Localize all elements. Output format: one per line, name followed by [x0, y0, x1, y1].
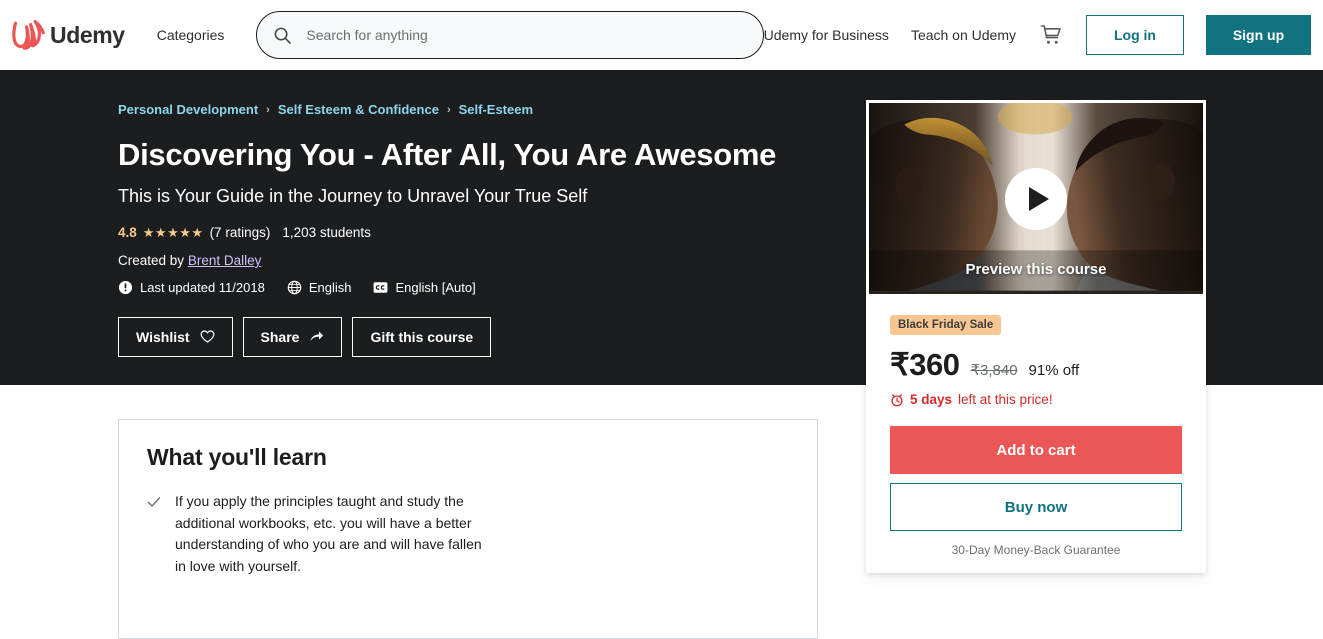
purchase-card-body: Black Friday Sale ₹360 ₹3,840 91% off 5 …: [866, 297, 1206, 573]
breadcrumb-item-1[interactable]: Self Esteem & Confidence: [278, 102, 439, 117]
price-row: ₹360 ₹3,840 91% off: [890, 347, 1182, 383]
learn-section-title: What you'll learn: [147, 444, 327, 470]
signup-button[interactable]: Sign up: [1206, 15, 1311, 55]
alarm-clock-icon: [891, 393, 903, 406]
meta-language: English: [287, 279, 352, 295]
money-back-guarantee: 30-Day Money-Back Guarantee: [951, 543, 1121, 557]
share-button[interactable]: Share: [242, 316, 343, 357]
meta-last-updated: Last updated 11/2018: [118, 280, 265, 295]
header-right-group: Udemy for Business Teach on Udemy Log in…: [764, 15, 1311, 55]
search-input[interactable]: [306, 27, 747, 43]
learn-item-text: If you apply the principles taught and s…: [175, 493, 482, 575]
sale-badge: Black Friday Sale: [890, 315, 1002, 335]
rating-score: 4.8: [118, 225, 137, 241]
globe-icon: [287, 280, 302, 295]
creator-link[interactable]: Brent Dalley: [188, 253, 262, 268]
meta-language-label: English: [308, 279, 352, 295]
hero-action-row: Wishlist Share Gift this course: [118, 316, 818, 357]
course-purchase-card: Preview this course Black Friday Sale ₹3…: [866, 100, 1206, 573]
gift-label: Gift this course: [370, 328, 474, 345]
gift-this-course-button[interactable]: Gift this course: [352, 316, 492, 357]
rating-row: 4.8 ★★★★★ (7 ratings) 1,203 students: [118, 225, 818, 241]
preview-label: Preview this course: [965, 261, 1107, 278]
breadcrumb: Personal Development › Self Esteem & Con…: [118, 102, 818, 117]
students-count: 1,203 students: [282, 225, 371, 241]
check-icon: [147, 497, 161, 507]
nav-udemy-for-business[interactable]: Udemy for Business: [764, 27, 889, 43]
course-preview-player[interactable]: Preview this course: [866, 100, 1206, 297]
site-header: Udemy Categories Udemy for Business Teac…: [0, 0, 1323, 70]
add-to-cart-button[interactable]: Add to cart: [890, 426, 1182, 474]
play-button[interactable]: [1005, 167, 1067, 230]
rating-count[interactable]: (7 ratings): [210, 225, 271, 240]
creator-row: Created by Brent Dalley: [118, 253, 818, 268]
timer-text: left at this price!: [958, 392, 1053, 407]
current-price: ₹360: [890, 347, 960, 382]
learn-list: If you apply the principles taught and s…: [147, 491, 789, 578]
course-subtitle: This is Your Guide in the Journey to Unr…: [118, 185, 588, 206]
rating-stars-icon: ★★★★★: [142, 224, 204, 240]
course-title: Discovering You - After All, You Are Awe…: [118, 137, 777, 172]
play-triangle-icon: [1028, 186, 1049, 211]
wishlist-button[interactable]: Wishlist: [118, 316, 233, 357]
breadcrumb-item-0[interactable]: Personal Development: [118, 102, 258, 117]
search-bar[interactable]: [256, 11, 764, 59]
breadcrumb-separator-icon: ›: [266, 103, 270, 116]
logo-text: Udemy: [50, 21, 125, 48]
breadcrumb-separator-icon: ›: [446, 103, 451, 116]
nav-teach-on-udemy[interactable]: Teach on Udemy: [911, 27, 1016, 43]
meta-captions-label: English [Auto]: [395, 279, 476, 295]
discount-percent: 91% off: [1028, 362, 1080, 379]
nav-categories[interactable]: Categories: [157, 27, 225, 43]
hero-content: Personal Development › Self Esteem & Con…: [118, 102, 818, 357]
heart-icon: [200, 330, 214, 344]
udemy-logo[interactable]: Udemy: [12, 20, 125, 50]
meta-captions: English [Auto]: [373, 279, 476, 295]
meta-last-updated-label: Last updated 11/2018: [140, 279, 265, 295]
course-meta-row: Last updated 11/2018 English English [Au…: [118, 280, 818, 295]
exclamation-circle-icon: [118, 280, 133, 295]
share-label: Share: [260, 328, 300, 345]
search-icon: [274, 27, 292, 44]
buy-now-button[interactable]: Buy now: [890, 483, 1182, 531]
closed-caption-icon: [374, 282, 388, 293]
share-arrow-icon: [310, 331, 324, 342]
price-timer: 5 days left at this price!: [890, 392, 1182, 407]
shopping-cart-icon[interactable]: [1040, 24, 1062, 46]
original-price: ₹3,840: [970, 362, 1018, 379]
login-button[interactable]: Log in: [1086, 15, 1184, 55]
creator-prefix: Created by: [118, 252, 185, 268]
breadcrumb-item-2[interactable]: Self-Esteem: [459, 102, 533, 117]
udemy-u-logo-icon: [12, 20, 45, 50]
learn-list-item: If you apply the principles taught and s…: [147, 491, 789, 578]
what-you-will-learn-card: What you'll learn If you apply the princ…: [118, 419, 818, 639]
wishlist-label: Wishlist: [136, 328, 190, 345]
timer-days: 5 days: [910, 392, 953, 407]
